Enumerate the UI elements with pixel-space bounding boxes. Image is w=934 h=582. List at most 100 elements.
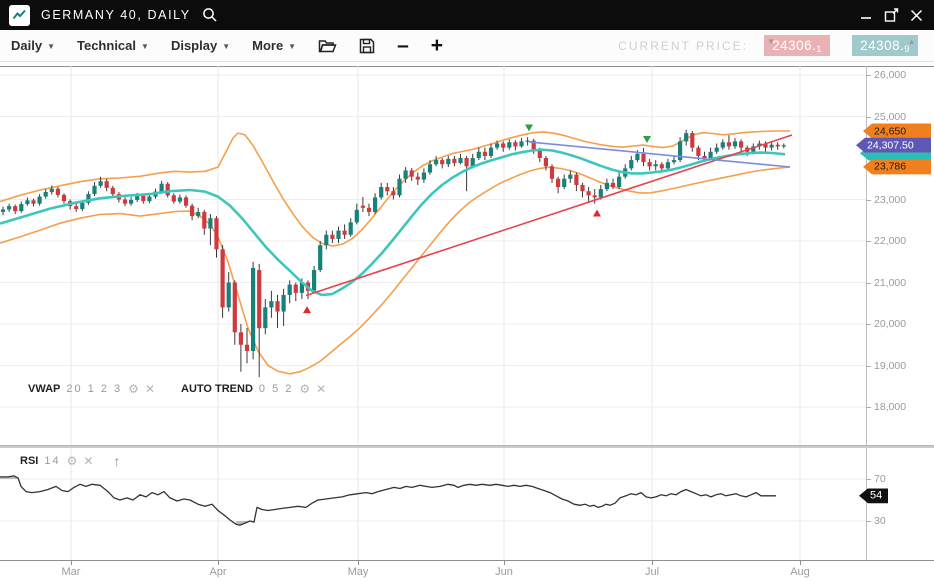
save-chart-button[interactable] bbox=[359, 38, 375, 54]
auto-trend-legend-params: 0 5 2 bbox=[259, 383, 293, 395]
price-axis-label: 25,000 bbox=[874, 111, 906, 123]
candle-down-body bbox=[440, 160, 444, 164]
candle-down-body bbox=[452, 159, 456, 163]
candle-down-body bbox=[483, 152, 487, 156]
price-tag: 23,786 bbox=[863, 159, 931, 174]
rsi-legend-row: RSI 14 ⚙ ✕ ↑ bbox=[20, 453, 120, 469]
candle-down-body bbox=[343, 231, 347, 235]
more-menu[interactable]: More ▼ bbox=[252, 38, 296, 53]
vwap-remove-icon[interactable]: ✕ bbox=[145, 382, 155, 396]
candle-up-body bbox=[422, 173, 426, 180]
rsi-remove-icon[interactable]: ✕ bbox=[83, 454, 93, 468]
candle-up-body bbox=[721, 142, 725, 147]
candle-down-body bbox=[410, 170, 414, 176]
candle-down-body bbox=[190, 206, 194, 216]
time-axis-tick bbox=[358, 560, 359, 565]
candle-up-body bbox=[715, 148, 719, 152]
candle-up-body bbox=[489, 148, 493, 156]
trading-app-window: GERMANY 40, DAILY bbox=[0, 0, 934, 582]
candle-up-body bbox=[312, 270, 316, 291]
candle-up-body bbox=[568, 175, 572, 179]
plus-icon: + bbox=[431, 36, 443, 56]
candle-down-body bbox=[202, 212, 206, 229]
candle-down-body bbox=[513, 142, 517, 146]
candle-down-body bbox=[166, 184, 170, 196]
candle-up-body bbox=[135, 196, 139, 200]
candle-down-body bbox=[245, 345, 249, 351]
candle-up-body bbox=[147, 197, 151, 202]
timeframe-menu[interactable]: Daily ▼ bbox=[11, 38, 55, 53]
candle-down-body bbox=[172, 195, 176, 201]
time-axis-tick bbox=[800, 560, 801, 565]
rsi-panel-chart[interactable] bbox=[0, 448, 866, 560]
candle-down-body bbox=[702, 156, 706, 158]
chevron-down-icon: ▼ bbox=[47, 40, 55, 51]
candle-down-body bbox=[465, 158, 469, 166]
candle-down-body bbox=[690, 133, 694, 148]
rsi-settings-gear-icon[interactable]: ⚙ bbox=[67, 454, 78, 468]
candle-down-body bbox=[239, 332, 243, 344]
price-axis-label: 23,000 bbox=[874, 194, 906, 206]
rsi-move-up-icon[interactable]: ↑ bbox=[113, 453, 120, 469]
rsi-legend-label: RSI bbox=[20, 455, 38, 467]
rsi-legend-params: 14 bbox=[44, 455, 60, 467]
candle-up-body bbox=[269, 301, 273, 307]
auto-trend-remove-icon[interactable]: ✕ bbox=[316, 382, 326, 396]
candle-down-body bbox=[385, 187, 389, 191]
candle-down-body bbox=[123, 200, 127, 204]
time-axis-month-label: Apr bbox=[209, 566, 226, 578]
chart-logo-icon bbox=[12, 8, 27, 23]
time-axis-month-label: Jun bbox=[495, 566, 513, 578]
bid-price-decimal: 1 bbox=[816, 44, 822, 54]
candle-up-body bbox=[562, 179, 566, 187]
technical-menu[interactable]: Technical ▼ bbox=[77, 38, 149, 53]
candle-down-body bbox=[544, 158, 548, 166]
toolbar: Daily ▼ Technical ▼ Display ▼ More ▼ bbox=[0, 30, 934, 62]
candle-up-body bbox=[373, 197, 377, 212]
vwap-settings-gear-icon[interactable]: ⚙ bbox=[128, 382, 139, 396]
candles-layer bbox=[1, 130, 786, 377]
auto-trend-settings-gear-icon[interactable]: ⚙ bbox=[299, 382, 310, 396]
price-axis-tick bbox=[866, 324, 871, 325]
zoom-out-button[interactable]: – bbox=[397, 36, 409, 56]
candle-up-body bbox=[654, 164, 658, 166]
candle-down-body bbox=[574, 175, 578, 185]
popout-window-button[interactable] bbox=[883, 7, 899, 23]
candle-down-body bbox=[587, 191, 591, 195]
candle-down-body bbox=[416, 177, 420, 180]
title-bar: GERMANY 40, DAILY bbox=[0, 0, 934, 30]
candle-down-body bbox=[696, 148, 700, 156]
price-axis-tick bbox=[866, 407, 871, 408]
price-axis-tick bbox=[866, 75, 871, 76]
candle-up-body bbox=[617, 177, 621, 187]
candle-up-body bbox=[709, 152, 713, 158]
candle-down-body bbox=[62, 195, 66, 201]
more-menu-label: More bbox=[252, 38, 283, 53]
rsi-axis-label: 70 bbox=[874, 473, 886, 485]
vwap-legend-params: 20 1 2 3 bbox=[66, 383, 122, 395]
app-logo bbox=[9, 5, 30, 26]
zoom-in-button[interactable]: + bbox=[431, 36, 443, 56]
candle-down-body bbox=[611, 183, 615, 187]
candle-up-body bbox=[428, 164, 432, 172]
candle-down-body bbox=[13, 206, 17, 211]
close-button[interactable] bbox=[908, 7, 924, 23]
search-icon[interactable] bbox=[201, 6, 219, 24]
candle-up-body bbox=[770, 145, 774, 148]
candle-down-body bbox=[501, 143, 505, 147]
rsi-axis-tick bbox=[866, 479, 871, 480]
technical-menu-label: Technical bbox=[77, 38, 136, 53]
auto-trend-line bbox=[306, 135, 792, 295]
ask-price-badge: 24308.9 ▲ bbox=[852, 35, 918, 56]
candle-up-body bbox=[446, 159, 450, 164]
candle-down-body bbox=[550, 166, 554, 178]
timeframe-menu-label: Daily bbox=[11, 38, 42, 53]
time-axis-tick bbox=[504, 560, 505, 565]
candle-up-body bbox=[38, 197, 42, 204]
rsi-axis-tick bbox=[866, 521, 871, 522]
display-menu[interactable]: Display ▼ bbox=[171, 38, 230, 53]
swing-high-marker bbox=[643, 136, 651, 143]
open-chart-button[interactable] bbox=[318, 38, 337, 54]
price-axis-tick bbox=[866, 366, 871, 367]
minimize-button[interactable] bbox=[858, 7, 874, 23]
